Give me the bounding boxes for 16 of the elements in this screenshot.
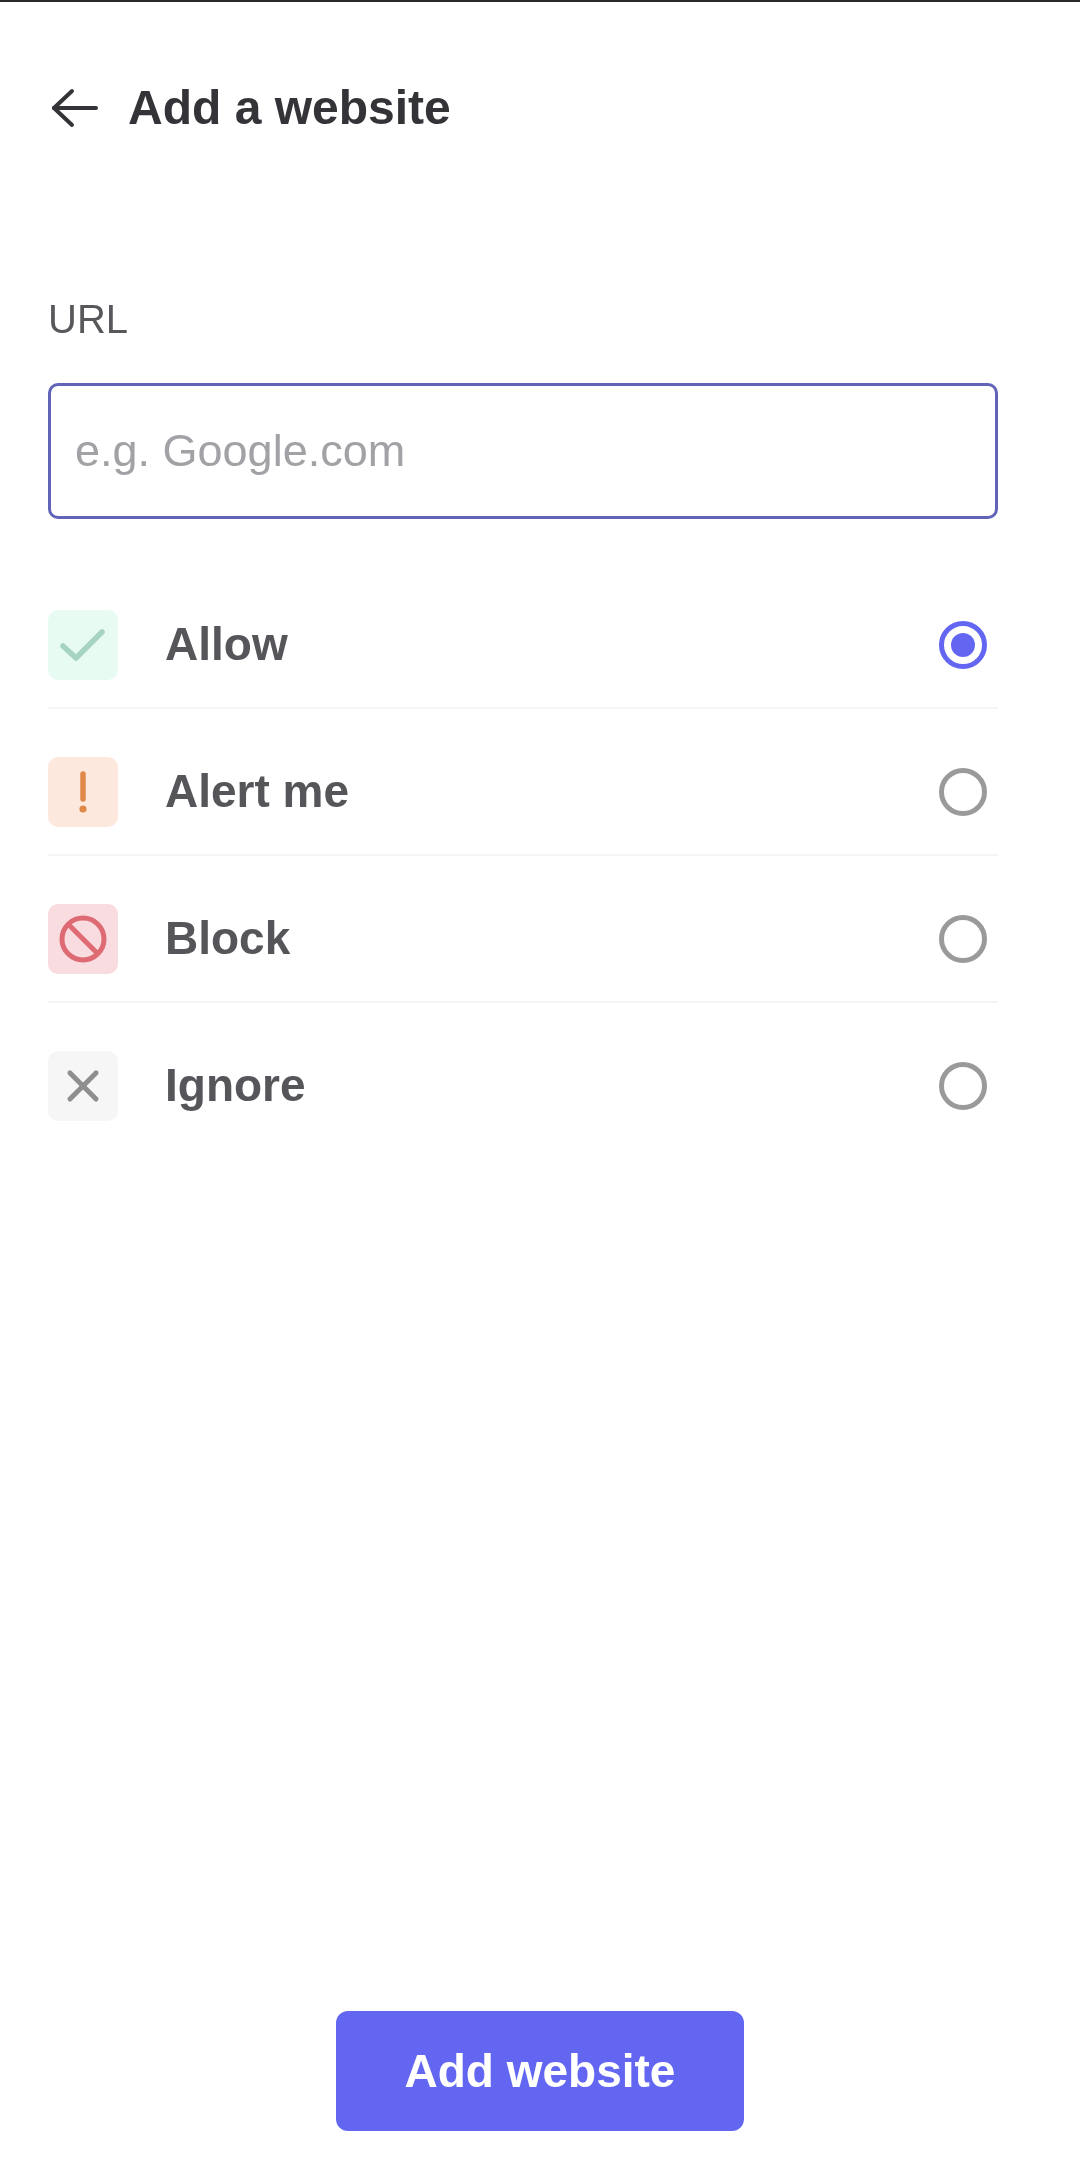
option-label: Allow: [165, 617, 288, 672]
check-icon: [48, 609, 118, 680]
add-website-button[interactable]: Add website: [336, 2011, 744, 2131]
close-icon: [48, 1050, 118, 1121]
option-label: Block: [165, 911, 291, 966]
radio-button[interactable]: [939, 914, 987, 963]
exclamation-icon: [48, 756, 118, 827]
option-label: Alert me: [165, 764, 350, 819]
ban-icon: [48, 903, 118, 974]
radio-button[interactable]: [939, 620, 987, 669]
page-title: Add a website: [128, 80, 451, 136]
url-input[interactable]: e.g. Google.com: [48, 382, 998, 519]
field-label: URL: [48, 295, 130, 343]
radio-button[interactable]: [939, 767, 987, 816]
option-label: Ignore: [165, 1058, 306, 1113]
radio-button[interactable]: [939, 1061, 987, 1110]
